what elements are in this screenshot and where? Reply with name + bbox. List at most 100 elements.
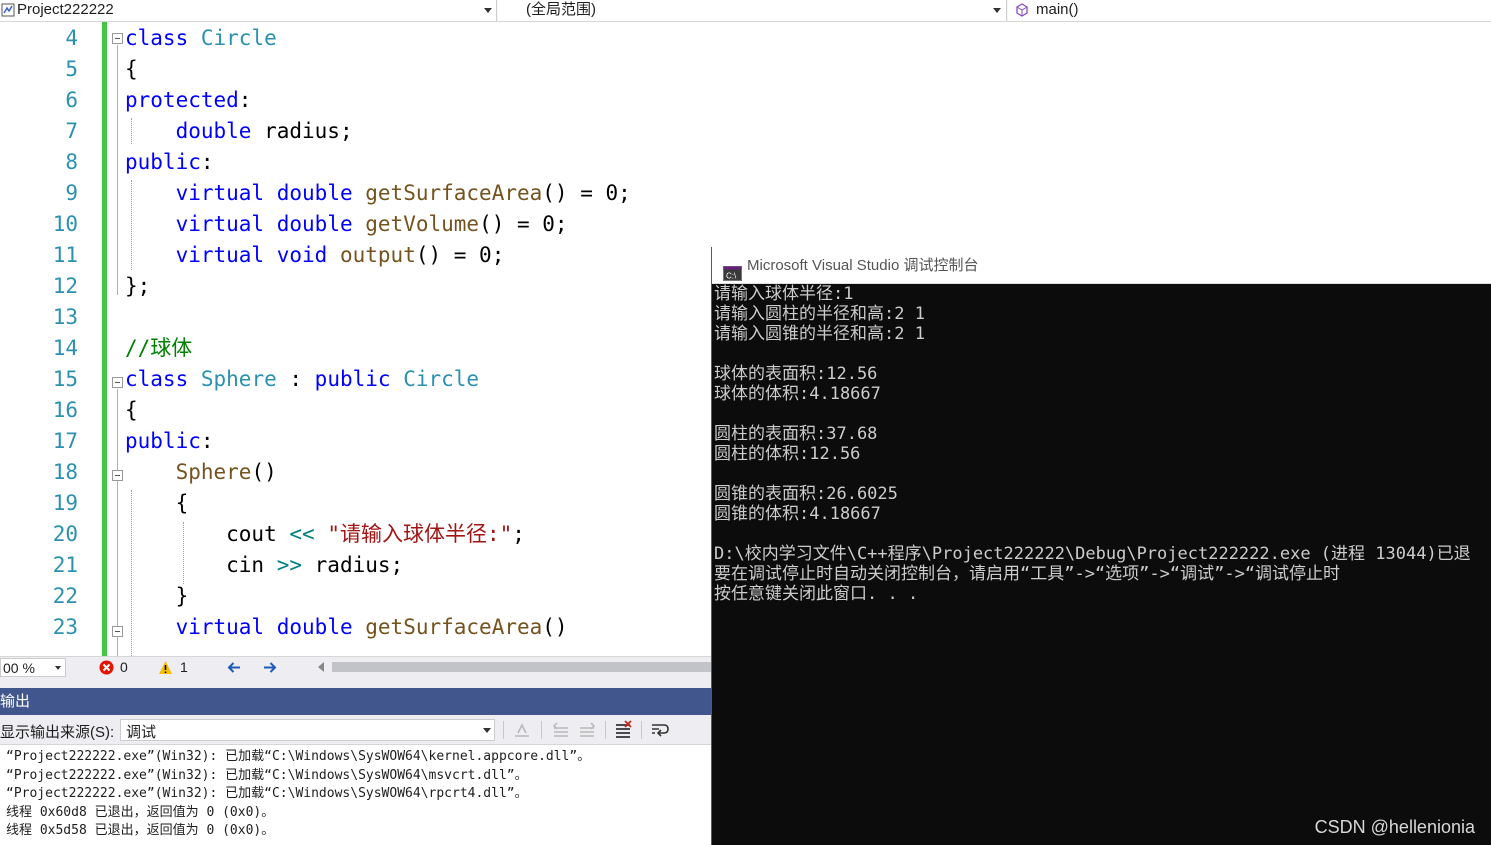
code-line[interactable]: virtual double getVolume() = 0; xyxy=(125,209,568,240)
code-line[interactable]: virtual double getSurfaceArea() xyxy=(125,612,568,643)
console-title-bar[interactable]: C:\ Microsoft Visual Studio 调试控制台 xyxy=(712,247,1491,284)
collapse-icon[interactable] xyxy=(112,470,123,481)
warning-icon[interactable] xyxy=(158,660,173,675)
code-line[interactable]: cin >> radius; xyxy=(125,550,403,581)
code-line[interactable]: public: xyxy=(125,426,214,457)
code-token: cout xyxy=(125,522,290,546)
code-line[interactable]: }; xyxy=(125,271,150,302)
code-line[interactable]: class Circle xyxy=(125,23,277,54)
code-token: protected xyxy=(125,88,239,112)
horizontal-scrollbar[interactable] xyxy=(332,662,711,672)
debug-console-window[interactable]: C:\ Microsoft Visual Studio 调试控制台 请输入球体半… xyxy=(711,247,1491,845)
code-token: double xyxy=(276,212,353,236)
code-token: Sphere xyxy=(175,460,252,484)
code-token: getSurfaceArea xyxy=(365,615,543,639)
output-line: 线程 0x60d8 已退出，返回值为 0 (0x0)。 xyxy=(6,804,275,820)
code-editor[interactable]: 4 5 6 7 8 9 10 11 12 13 14 15 16 17 18 19 20 21 22 23 class… xyxy=(0,22,711,656)
line-number: 11 xyxy=(52,243,78,267)
chevron-down-icon xyxy=(55,666,61,670)
nav-back-icon[interactable] xyxy=(226,660,242,675)
code-token: public xyxy=(125,429,201,453)
code-line[interactable]: virtual double getSurfaceArea() = 0; xyxy=(125,178,631,209)
editor-empty-area[interactable] xyxy=(711,22,1491,247)
next-message-icon[interactable] xyxy=(577,720,597,740)
code-token: : xyxy=(276,367,315,391)
code-line[interactable]: virtual void output() = 0; xyxy=(125,240,505,271)
collapse-icon[interactable] xyxy=(112,377,123,388)
scroll-left-icon[interactable] xyxy=(318,662,324,672)
code-line[interactable]: cout << "请输入球体半径:"; xyxy=(125,519,525,550)
code-token: "请输入球体半径:" xyxy=(327,522,513,546)
line-number: 22 xyxy=(52,584,78,608)
error-icon[interactable] xyxy=(99,660,114,675)
zoom-dropdown[interactable]: 00 % xyxy=(0,658,66,677)
code-line[interactable]: { xyxy=(125,54,138,85)
find-message-icon[interactable] xyxy=(512,720,532,740)
editor-status-strip: 00 % 0 1 xyxy=(0,656,711,678)
console-output[interactable]: 请输入球体半径:1 请输入圆柱的半径和高:2 1 请输入圆锥的半径和高:2 1 球体的… xyxy=(714,284,1490,845)
code-line[interactable]: { xyxy=(125,395,138,426)
code-line[interactable]: class Sphere : public Circle xyxy=(125,364,479,395)
toolbar-separator xyxy=(641,721,642,739)
console-app-icon: C:\ xyxy=(723,258,742,281)
code-line[interactable]: } xyxy=(125,581,189,612)
line-number: 7 xyxy=(65,119,78,143)
output-panel-header[interactable]: 输出 xyxy=(0,688,711,715)
watermark: CSDN @hellenionia xyxy=(1314,817,1475,837)
output-line: 线程 0x5d58 已退出，返回值为 0 (0x0)。 xyxy=(6,823,275,838)
console-title: Microsoft Visual Studio 调试控制台 xyxy=(747,257,979,274)
code-line[interactable]: double radius; xyxy=(125,116,353,147)
code-token: output xyxy=(339,243,416,267)
console-line: 按任意键关闭此窗口. . . xyxy=(714,584,919,604)
scope-value: (全局范围) xyxy=(526,1,596,18)
code-line[interactable]: Sphere() xyxy=(125,457,277,488)
output-text-area[interactable]: “Project222222.exe”(Win32): 已加载“C:\Windo… xyxy=(0,746,711,845)
code-token: virtual xyxy=(175,212,265,236)
line-number: 4 xyxy=(65,26,78,50)
project-dropdown[interactable]: Project222222 xyxy=(0,0,497,21)
line-number: 16 xyxy=(52,398,78,422)
code-line[interactable]: public: xyxy=(125,147,214,178)
nav-forward-icon[interactable] xyxy=(262,660,278,675)
scope-dropdown[interactable]: (全局范围) xyxy=(498,0,1007,21)
output-source-value: 调试 xyxy=(126,724,157,741)
code-token: () = 0; xyxy=(479,212,568,236)
line-number: 8 xyxy=(65,150,78,174)
code-token: double xyxy=(276,615,353,639)
code-line[interactable]: protected: xyxy=(125,85,251,116)
output-source-dropdown[interactable]: 调试 xyxy=(120,719,495,741)
member-dropdown[interactable]: main() xyxy=(1008,0,1491,21)
collapse-icon[interactable] xyxy=(112,626,123,637)
clear-all-icon[interactable] xyxy=(613,720,633,740)
code-token: Sphere xyxy=(200,367,277,391)
console-line: 圆锥的体积:4.18667 xyxy=(714,504,881,524)
code-token: public xyxy=(125,150,201,174)
line-number: 12 xyxy=(52,274,78,298)
output-toolbar: 显示输出来源(S): 调试 xyxy=(0,715,711,745)
output-line: “Project222222.exe”(Win32): 已加载“C:\Windo… xyxy=(6,767,528,783)
code-token: << xyxy=(289,522,315,546)
line-number: 18 xyxy=(52,460,78,484)
code-token: : xyxy=(238,88,252,112)
word-wrap-icon[interactable] xyxy=(650,720,670,740)
console-line: 球体的表面积:12.56 xyxy=(714,364,878,384)
project-icon xyxy=(1,3,15,17)
output-line: “Project222222.exe”(Win32): 已加载“C:\Windo… xyxy=(6,786,528,801)
code-token: radius; xyxy=(251,119,353,143)
prev-message-icon[interactable] xyxy=(551,720,571,740)
code-line[interactable]: { xyxy=(125,488,189,519)
collapse-icon[interactable] xyxy=(112,33,123,44)
panel-splitter[interactable] xyxy=(0,678,711,688)
output-source-label: 显示输出来源(S): xyxy=(0,724,115,741)
code-line[interactable]: //球体 xyxy=(125,333,192,364)
change-indicator-bar xyxy=(102,22,107,656)
console-line: 圆柱的表面积:37.68 xyxy=(714,424,878,444)
